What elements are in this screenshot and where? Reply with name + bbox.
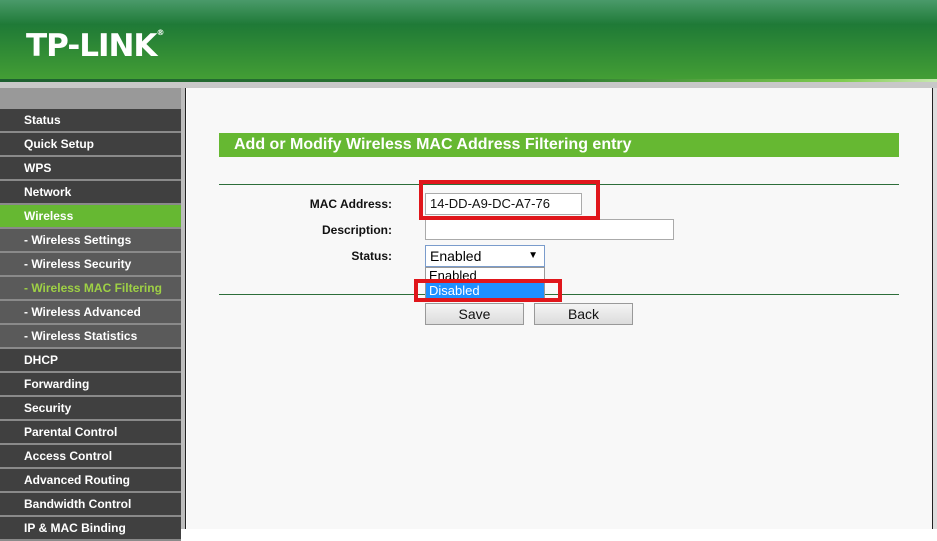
- description-label: Description:: [321, 223, 392, 237]
- sidebar-item-wireless-settings[interactable]: - Wireless Settings: [0, 229, 181, 253]
- sidebar-item-wireless-advanced[interactable]: - Wireless Advanced: [0, 301, 181, 325]
- sidebar-item-wireless-statistics[interactable]: - Wireless Statistics: [0, 325, 181, 349]
- sidebar-item-ip-mac-binding[interactable]: IP & MAC Binding: [0, 517, 181, 541]
- page-title: Add or Modify Wireless MAC Address Filte…: [219, 133, 899, 157]
- sidebar-item-forwarding[interactable]: Forwarding: [0, 373, 181, 397]
- sidebar-item-quick-setup[interactable]: Quick Setup: [0, 133, 181, 157]
- sidebar-item-security[interactable]: Security: [0, 397, 181, 421]
- sidebar-item-wireless-security[interactable]: - Wireless Security: [0, 253, 181, 277]
- sidebar-item-wps[interactable]: WPS: [0, 157, 181, 181]
- sidebar-item-wireless[interactable]: Wireless: [0, 205, 181, 229]
- sidebar-item-dhcp[interactable]: DHCP: [0, 349, 181, 373]
- sidebar-item-advanced-routing[interactable]: Advanced Routing: [0, 469, 181, 493]
- status-label: Status:: [351, 249, 392, 263]
- tp-link-logo: TP-LINK®: [26, 28, 164, 64]
- description-input[interactable]: [425, 219, 674, 240]
- sidebar-item-network[interactable]: Network: [0, 181, 181, 205]
- content-scrollbar[interactable]: [932, 88, 937, 529]
- mac-address-label: MAC Address:: [309, 197, 392, 211]
- back-button[interactable]: Back: [534, 303, 633, 325]
- save-button[interactable]: Save: [425, 303, 524, 325]
- status-select[interactable]: Enabled ▼: [425, 245, 545, 267]
- sidebar: Status Quick Setup WPS Network Wireless - Wir…: [0, 88, 181, 541]
- highlight-box-disabled: [414, 279, 562, 302]
- header: TP-LINK®: [0, 0, 937, 82]
- dropdown-arrow-icon: ▼: [528, 250, 538, 261]
- sidebar-item-status[interactable]: Status: [0, 109, 181, 133]
- sidebar-item-bandwidth-control[interactable]: Bandwidth Control: [0, 493, 181, 517]
- sidebar-item-wireless-mac-filtering[interactable]: - Wireless MAC Filtering: [0, 277, 181, 301]
- status-selected-value: Enabled: [430, 248, 482, 264]
- highlight-box-mac: [419, 180, 600, 220]
- sidebar-scrollbar[interactable]: [181, 88, 186, 529]
- sidebar-item-parental-control[interactable]: Parental Control: [0, 421, 181, 445]
- sidebar-item-access-control[interactable]: Access Control: [0, 445, 181, 469]
